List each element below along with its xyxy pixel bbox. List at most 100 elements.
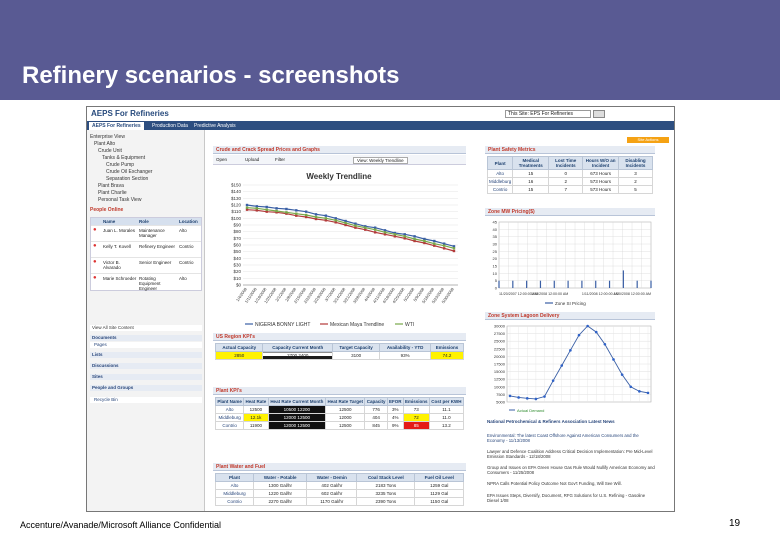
cell: 12500 (325, 421, 366, 430)
quick-pages[interactable]: Pages (90, 342, 202, 348)
safety-col: Plant (486, 156, 514, 170)
table-row[interactable]: Contrio 2270 Gal/hr 1170 Gal/hr 2390 Ton… (215, 497, 464, 506)
y-tick-label: $90 (233, 223, 241, 228)
y-tick-label: $100 (231, 216, 242, 221)
person-location: Contrio (179, 260, 194, 265)
person-name[interactable]: Kelly T. Kovell (103, 244, 137, 249)
cell: 1170 Gal/hr (306, 497, 358, 506)
col-role: Role (139, 219, 149, 224)
plant-link[interactable]: Contrio (486, 185, 514, 194)
data-point (452, 249, 456, 253)
person-row[interactable]: ● Victor B. Alvarado Senior Engineer Con… (91, 257, 201, 273)
plant-link[interactable]: Alto (214, 405, 245, 414)
data-point (433, 242, 436, 245)
quick-documents[interactable]: Documents (90, 335, 202, 341)
quick-sites[interactable]: Sites (90, 374, 202, 380)
person-name[interactable]: Marie Schroeder (103, 276, 137, 281)
news-item[interactable]: EPA Issues Steps, Diversify, Document, R… (487, 493, 657, 503)
y-tick-label: 15 (493, 264, 498, 269)
data-point (452, 247, 456, 250)
plant-link[interactable]: Alto (486, 169, 514, 178)
site-selector[interactable]: This Site: EPS For Refineries (505, 110, 591, 118)
data-point (344, 221, 347, 225)
y-tick-label: 12500 (494, 377, 506, 382)
tree-item[interactable]: Plant Alto (94, 141, 115, 147)
plant-link[interactable]: Alto (215, 481, 254, 490)
tab-predictive-analysis[interactable]: Predictive Analysis (191, 122, 239, 130)
tree-item[interactable]: Enterprise View (90, 134, 125, 140)
data-point (245, 203, 249, 207)
plant-link[interactable]: Contrio (214, 421, 245, 430)
table-row[interactable]: Middleburg 1220 Gal/hr 602 Gal/hr 3235 T… (215, 489, 464, 498)
tree-item[interactable]: Personal Task View (98, 197, 141, 203)
table-row[interactable]: Alto 1300 Gal/hr 402 Gal/hr 2183 Tons 12… (215, 481, 464, 490)
water-col: Fuel Oil Level (414, 473, 464, 482)
quick-lists[interactable]: Lists (90, 352, 202, 358)
search-button[interactable] (593, 110, 605, 118)
tree-item[interactable]: Crude Oil Exchanger (106, 169, 152, 175)
tree-item[interactable]: Plant Charlie (98, 190, 127, 196)
data-point (433, 239, 436, 243)
person-row[interactable]: ● Marie Schroeder Rotating Equipment Eng… (91, 273, 201, 291)
heat-gauge: 12000 12500 (267, 421, 327, 430)
tab-production-data[interactable]: Production Data (149, 122, 191, 130)
open-menu[interactable]: Open (216, 157, 227, 162)
view-all-link[interactable]: View All Site Content (90, 325, 202, 331)
upload-menu[interactable]: Upload (245, 157, 259, 162)
data-point (442, 244, 446, 247)
pricing-chart: 05101520253035404511/20/2007 12:00:00 AM… (493, 220, 652, 306)
table-row[interactable]: Alto 15 0 673 Hours 3 (486, 169, 653, 178)
y-tick-label: 30000 (494, 324, 506, 329)
view-select[interactable]: View: Weekly Trendline (353, 157, 408, 164)
quick-discussions[interactable]: Discussions (90, 363, 202, 369)
table-row[interactable]: Contrio 11900 12000 12500 12500 845 9% 8… (214, 421, 465, 430)
table-row[interactable]: Middleburg 12.1k 12000 12500 12000 404 4… (214, 413, 465, 422)
tree-item[interactable]: Crude Pump (106, 162, 134, 168)
plant-col: Emissions (402, 397, 430, 406)
tree-item[interactable]: Separation Section (106, 176, 148, 182)
safety-col: Lost Time Incidents (548, 156, 584, 170)
news-panel: National Petrochemical & Refiners Associ… (487, 419, 657, 511)
person-row[interactable]: ● Kelly T. Kovell Refinery Engineer Cont… (91, 241, 201, 257)
tab-home[interactable]: AEPS For Refineries (89, 122, 144, 130)
table-row[interactable]: Contrio 15 7 573 Hours 5 (486, 185, 653, 194)
tree-item[interactable]: Plant Brava (98, 183, 124, 189)
cell: 16 (512, 177, 550, 186)
data-point (551, 379, 555, 383)
news-item[interactable]: Group and Issues on EPA Green House Gas … (487, 465, 657, 475)
tree-item[interactable]: Crude Unit (98, 148, 122, 154)
data-point (265, 208, 268, 211)
quick-people-groups[interactable]: People and Groups (90, 385, 202, 391)
person-name[interactable]: Juan L. Morales (103, 228, 137, 233)
news-item[interactable]: Lawyer and Defence Coalition Address Cri… (487, 449, 657, 459)
plant-link[interactable]: Middleburg (215, 489, 254, 498)
data-point (442, 247, 446, 250)
plant-kpi-title: Plant KPI's (213, 387, 466, 395)
safety-table: Plant Medical Treatments Lost Time Incid… (486, 156, 653, 194)
plant-link[interactable]: Contrio (215, 497, 254, 506)
table-row[interactable]: Middleburg 16 2 573 Hours 2 (486, 177, 653, 186)
site-actions-button[interactable]: Site Actions (627, 137, 669, 143)
plant-link[interactable]: Middleburg (486, 177, 514, 186)
plant-link[interactable]: Middleburg (214, 413, 245, 422)
weekly-trendline-chart: Weekly Trendline $0 $10 $20$30 $40 $50$60 $70 $… (213, 167, 466, 329)
tree-item[interactable]: Tanks & Equipment (102, 155, 145, 161)
data-point (569, 349, 572, 352)
y-tick-label: 7500 (496, 392, 506, 397)
data-point (393, 233, 397, 236)
cell: 12000 (325, 413, 366, 422)
table-row[interactable]: Alto 12500 10500 12200 12500 776 3% 73 1… (214, 405, 465, 414)
safety-panel: Plant Medical Treatments Lost Time Incid… (486, 156, 653, 194)
y-tick-label: 22500 (494, 346, 506, 351)
actual-capacity-value: 2850 (214, 351, 264, 360)
filter-menu[interactable]: Filter (275, 157, 285, 162)
data-point (275, 207, 278, 210)
cell: 15 (512, 185, 550, 194)
news-item[interactable]: Environmental: The latest Coast Offshore… (487, 433, 657, 443)
cell: 4% (386, 413, 404, 422)
person-name[interactable]: Victor B. Alvarado (103, 260, 137, 270)
recycle-bin-link[interactable]: Recycle Bin (90, 397, 202, 403)
people-online-title: People Online (90, 207, 124, 213)
news-item[interactable]: NPRA Calls Potential Policy Outcome Not … (487, 481, 657, 486)
person-row[interactable]: ● Juan L. Morales Maintenance Manager Al… (91, 225, 201, 241)
